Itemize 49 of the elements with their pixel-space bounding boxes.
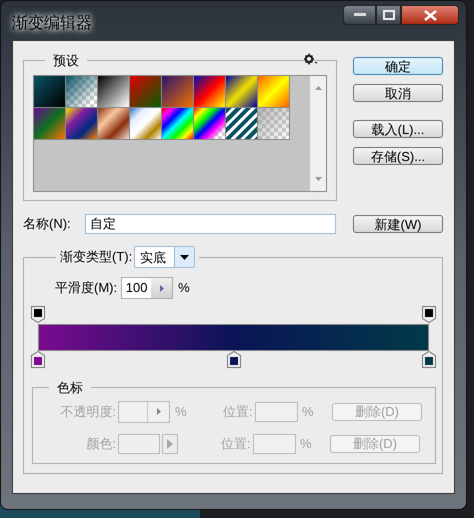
opacity-stop[interactable] [422,306,436,323]
gradient-preset[interactable] [34,76,66,108]
stepper-arrow-icon [156,408,160,415]
stops-label: 色标 [56,379,84,397]
color-swatch [118,434,160,454]
percent-label: % [300,434,313,453]
gear-icon[interactable] [304,53,318,65]
gradient-preset[interactable] [226,76,258,108]
name-field[interactable]: 自定 [85,214,336,234]
color-stop[interactable] [227,351,241,368]
gradient-preset[interactable] [194,108,226,140]
maximize-button[interactable] [376,5,401,25]
smoothness-field[interactable]: 100 [121,277,174,299]
close-button[interactable] [401,5,459,25]
gradient-type-dropdown[interactable]: 实底 [134,246,196,268]
dropdown-caret-icon[interactable] [180,254,190,260]
window-title: 渐变编辑器 [12,14,92,34]
percent-label: % [178,279,190,298]
dialog-button[interactable]: 确定 [353,57,443,75]
maximize-icon [382,10,394,20]
position-label: 位置: [223,402,254,421]
name-label: 名称(N): [23,215,72,234]
smoothness-label: 平滑度(M): [55,279,118,298]
gradient-preset[interactable] [162,108,194,140]
gradient-preset[interactable] [194,76,226,108]
color-stop[interactable] [31,351,45,368]
gradient-preset[interactable] [66,108,98,140]
percent-label: % [175,402,188,421]
dialog-button[interactable]: 存储(S)... [353,147,443,165]
stop-field-label: 不透明度: [59,402,116,421]
minimize-icon [354,13,366,17]
gradient-preset[interactable] [226,108,258,140]
percent-label: % [302,402,315,421]
dialog-button[interactable]: 载入(L)... [353,120,443,138]
stepper-arrow-icon[interactable] [160,284,164,292]
color-picker-arrow-icon [167,438,173,448]
close-icon [424,10,436,20]
new-button[interactable]: 新建(W) [353,215,443,233]
color-stop[interactable] [422,351,436,368]
opacity-stop[interactable] [31,306,45,323]
position-label: 位置: [221,434,252,453]
gradient-type-label: 渐变类型(T): [60,248,132,266]
presets-label: 预设 [52,52,80,70]
minimize-button[interactable] [343,5,376,25]
gradient-bar[interactable] [38,324,429,351]
stop-field-label: 颜色: [85,434,116,453]
gradient-preset[interactable] [66,76,98,108]
gradient-preset[interactable] [98,76,130,108]
dialog-button[interactable]: 取消 [353,84,443,102]
